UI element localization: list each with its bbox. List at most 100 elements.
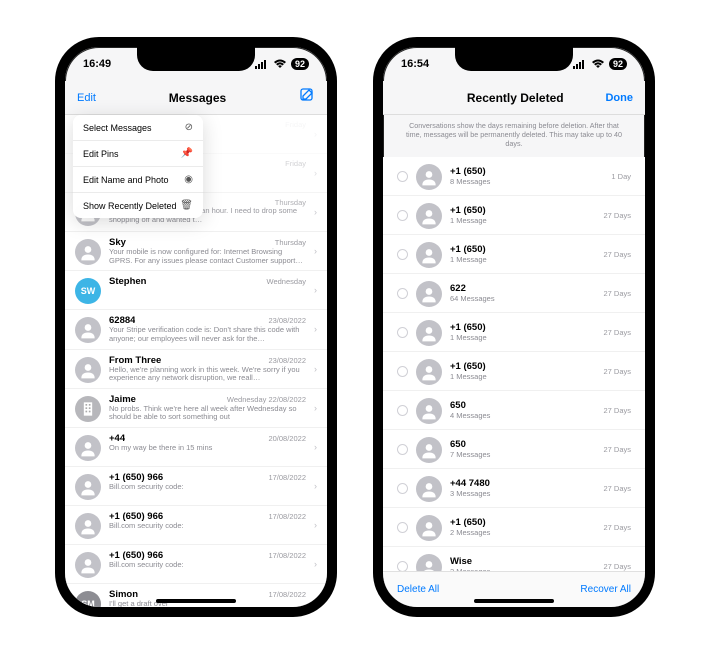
deleted-name: +1 (650) bbox=[450, 166, 603, 177]
deleted-main: +44 74803 Messages bbox=[450, 478, 595, 498]
select-circle[interactable] bbox=[397, 483, 408, 494]
select-circle[interactable] bbox=[397, 366, 408, 377]
deleted-item[interactable]: +1 (650)1 Message27 Days bbox=[383, 196, 645, 235]
select-circle[interactable] bbox=[397, 210, 408, 221]
home-indicator[interactable] bbox=[156, 599, 236, 603]
edit-menu-item[interactable]: Select Messages⊘ bbox=[73, 115, 203, 141]
days-remaining: 27 Days bbox=[603, 562, 631, 571]
deleted-msg-count: 1 Message bbox=[450, 372, 595, 381]
chevron-right-icon: › bbox=[314, 403, 317, 413]
conversation-item[interactable]: JaimeWednesday 22/08/2022No probs. Think… bbox=[65, 389, 327, 428]
recover-all-button[interactable]: Recover All bbox=[580, 584, 631, 595]
conversation-item[interactable]: +4420/08/2022On my way be there in 15 mi… bbox=[65, 428, 327, 467]
conversation-name: Simon bbox=[109, 589, 138, 600]
select-circle[interactable] bbox=[397, 444, 408, 455]
conversation-item[interactable]: From Three23/08/2022Hello, we're plannin… bbox=[65, 350, 327, 389]
done-button[interactable]: Done bbox=[605, 92, 633, 104]
deleted-item[interactable]: +44 74803 Messages 27 Days bbox=[383, 469, 645, 508]
deleted-msg-count: 2 Messages bbox=[450, 528, 595, 537]
select-circle[interactable] bbox=[397, 522, 408, 533]
avatar bbox=[75, 357, 101, 383]
home-indicator[interactable] bbox=[474, 599, 554, 603]
days-remaining: 27 Days bbox=[603, 211, 631, 220]
edit-menu: Select Messages⊘Edit Pins📌Edit Name and … bbox=[73, 115, 203, 218]
edit-menu-item[interactable]: Edit Pins📌 bbox=[73, 141, 203, 167]
menu-icon: 🗑 bbox=[180, 200, 193, 211]
compose-button[interactable] bbox=[299, 87, 315, 108]
menu-icon: ◉ bbox=[184, 174, 193, 185]
deleted-item[interactable]: +1 (650)8 Messages1 Day bbox=[383, 157, 645, 196]
status-time: 16:54 bbox=[401, 58, 429, 70]
deleted-name: +1 (650) bbox=[450, 361, 595, 372]
days-remaining: 27 Days bbox=[603, 484, 631, 493]
conversation-item[interactable]: +1 (650) 96617/08/2022Bill.com security … bbox=[65, 506, 327, 545]
avatar bbox=[75, 317, 101, 343]
conversation-main: +1 (650) 96617/08/2022Bill.com security … bbox=[109, 472, 306, 492]
status-time: 16:49 bbox=[83, 58, 111, 70]
conversation-item[interactable]: +1 (650) 96617/08/2022Bill.com security … bbox=[65, 545, 327, 584]
days-remaining: 27 Days bbox=[603, 523, 631, 532]
deleted-msg-count: 8 Messages bbox=[450, 177, 603, 186]
notch bbox=[137, 47, 255, 71]
menu-label: Select Messages bbox=[83, 123, 152, 133]
chevron-right-icon: › bbox=[314, 559, 317, 569]
conversation-item[interactable]: SWStephenWednesday› bbox=[65, 271, 327, 310]
chevron-right-icon: › bbox=[314, 129, 317, 139]
deleted-main: +1 (650)8 Messages bbox=[450, 166, 603, 186]
deleted-name: +1 (650) bbox=[450, 322, 595, 333]
avatar bbox=[75, 435, 101, 461]
chevron-right-icon: › bbox=[314, 442, 317, 452]
select-circle[interactable] bbox=[397, 171, 408, 182]
deleted-item[interactable]: +1 (650)1 Message27 Days bbox=[383, 313, 645, 352]
deleted-item[interactable]: 62264 Messages27 Days bbox=[383, 274, 645, 313]
conversation-main: +1 (650) 96617/08/2022Bill.com security … bbox=[109, 511, 306, 531]
deleted-item[interactable]: 6507 Messages27 Days bbox=[383, 430, 645, 469]
deleted-item[interactable]: +1 (650)1 Message27 Days bbox=[383, 235, 645, 274]
deleted-list[interactable]: +1 (650)8 Messages1 Day+1 (650)1 Message… bbox=[383, 157, 645, 571]
avatar bbox=[416, 554, 442, 571]
conversation-preview: Your Stripe verification code is: Don't … bbox=[109, 326, 306, 343]
deleted-name: +1 (650) bbox=[450, 244, 595, 255]
conversation-date: 17/08/2022 bbox=[268, 551, 306, 560]
conversation-preview: Hello, we're planning work in this week.… bbox=[109, 366, 306, 383]
deleted-main: Wise2 Messages bbox=[450, 556, 595, 571]
deleted-item[interactable]: +1 (650)2 Messages27 Days bbox=[383, 508, 645, 547]
avatar: SM bbox=[75, 591, 101, 607]
edit-button[interactable]: Edit bbox=[77, 92, 96, 104]
deleted-main: +1 (650)1 Message bbox=[450, 244, 595, 264]
deleted-item[interactable]: Wise2 Messages 27 Days bbox=[383, 547, 645, 571]
menu-icon: 📌 bbox=[181, 148, 193, 159]
conversation-main: +4420/08/2022On my way be there in 15 mi… bbox=[109, 433, 306, 453]
conversation-item[interactable]: 6288423/08/2022Your Stripe verification … bbox=[65, 310, 327, 349]
conversation-item[interactable]: SkyThursdayYour mobile is now configured… bbox=[65, 232, 327, 271]
conversation-preview: Bill.com security code: bbox=[109, 483, 306, 492]
chevron-right-icon: › bbox=[314, 598, 317, 607]
status-right: 92 bbox=[573, 58, 627, 70]
days-remaining: 27 Days bbox=[603, 367, 631, 376]
deleted-item[interactable]: 6504 Messages27 Days bbox=[383, 391, 645, 430]
cellular-icon bbox=[573, 59, 587, 69]
conversation-item[interactable]: SMSimon17/08/2022I'll get a draft over› bbox=[65, 584, 327, 607]
deleted-msg-count: 4 Messages bbox=[450, 411, 595, 420]
deleted-name: +44 7480 bbox=[450, 478, 595, 489]
deleted-name: +1 (650) bbox=[450, 205, 595, 216]
phone-right: 16:54 92 Recently Deleted Done Conversat… bbox=[373, 37, 655, 617]
chevron-right-icon: › bbox=[314, 364, 317, 374]
edit-menu-item[interactable]: Show Recently Deleted🗑 bbox=[73, 193, 203, 218]
conversation-preview: Your mobile is now configured for: Inter… bbox=[109, 248, 306, 265]
select-circle[interactable] bbox=[397, 249, 408, 260]
deleted-item[interactable]: +1 (650)1 Message 27 Days bbox=[383, 352, 645, 391]
deleted-main: 6504 Messages bbox=[450, 400, 595, 420]
navbar: Recently Deleted Done bbox=[383, 81, 645, 115]
conversation-date: Friday bbox=[285, 159, 306, 168]
conversation-date: 23/08/2022 bbox=[268, 316, 306, 325]
delete-all-button[interactable]: Delete All bbox=[397, 584, 439, 595]
conversation-preview: On my way be there in 15 mins bbox=[109, 444, 306, 453]
select-circle[interactable] bbox=[397, 288, 408, 299]
edit-menu-item[interactable]: Edit Name and Photo◉ bbox=[73, 167, 203, 193]
select-circle[interactable] bbox=[397, 327, 408, 338]
conversation-date: 17/08/2022 bbox=[268, 473, 306, 482]
conversation-item[interactable]: +1 (650) 96617/08/2022Bill.com security … bbox=[65, 467, 327, 506]
select-circle[interactable] bbox=[397, 561, 408, 572]
select-circle[interactable] bbox=[397, 405, 408, 416]
